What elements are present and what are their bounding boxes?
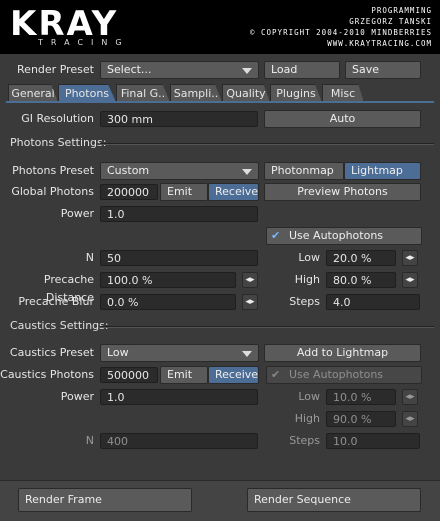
caustics-steps-input[interactable]: 10.0: [326, 433, 420, 449]
caustics-photons-label: Caustics Photons: [0, 368, 94, 381]
steps-label: Steps: [289, 295, 320, 308]
tab-misc[interactable]: Misc: [322, 84, 364, 102]
caustics-high-arrows-icon[interactable]: ◂▸: [402, 411, 418, 427]
low-label: Low: [298, 251, 320, 264]
photonmap-toggle[interactable]: Photonmap: [264, 162, 344, 180]
caustics-low-input[interactable]: 10.0 %: [326, 389, 396, 405]
tab-plugins[interactable]: Plugins: [270, 84, 322, 102]
high-label: High: [294, 273, 320, 286]
tab-underline: [6, 101, 434, 103]
caustics-high-input[interactable]: 90.0 %: [326, 411, 396, 427]
caustics-n-input[interactable]: 400: [100, 433, 258, 449]
caustics-preset-dropdown[interactable]: Low: [100, 344, 259, 362]
lightmap-toggle[interactable]: Lightmap: [344, 162, 421, 180]
section-divider: [100, 143, 434, 145]
logo-subtitle: TRACING: [38, 38, 130, 47]
caustics-power-input[interactable]: 1.0: [100, 389, 258, 405]
low-slider-arrows-icon[interactable]: ◂▸: [402, 250, 418, 266]
load-button[interactable]: Load: [264, 61, 340, 79]
high-slider-arrows-icon[interactable]: ◂▸: [402, 272, 418, 288]
save-button[interactable]: Save: [345, 61, 421, 79]
photons-preset-value: Custom: [107, 164, 150, 177]
receive-toggle[interactable]: Receive: [208, 183, 259, 201]
render-preset-dropdown[interactable]: Select...: [100, 61, 259, 79]
gi-resolution-label: GI Resolution: [21, 112, 94, 125]
credit-programming: PROGRAMMING: [371, 6, 432, 15]
caustics-n-label: N: [85, 434, 94, 447]
n-input[interactable]: 50: [100, 250, 258, 266]
use-autophotons-checkbox[interactable]: ✔ Use Autophotons: [266, 227, 422, 245]
caustics-receive-toggle[interactable]: Receive: [208, 366, 259, 384]
caustics-emit-toggle[interactable]: Emit: [160, 366, 208, 384]
tab-photons[interactable]: Photons: [58, 84, 116, 102]
high-input[interactable]: 80.0 %: [326, 272, 396, 288]
power-label: Power: [60, 207, 94, 220]
caustics-preset-value: Low: [107, 346, 129, 359]
precache-blur-arrows-icon[interactable]: ◂▸: [242, 294, 258, 310]
photons-settings-heading: Photons Settings:: [10, 136, 107, 149]
caustics-low-label: Low: [298, 390, 320, 403]
gi-resolution-input[interactable]: 300 mm: [100, 111, 258, 127]
precache-blur-label: Precache Blur: [18, 295, 94, 308]
photons-preset-label: Photons Preset: [12, 164, 94, 177]
auto-button[interactable]: Auto: [264, 110, 421, 128]
low-input[interactable]: 20.0 %: [326, 250, 396, 266]
add-to-lightmap-button[interactable]: Add to Lightmap: [264, 344, 421, 362]
caustics-steps-label: Steps: [289, 434, 320, 447]
precache-distance-arrows-icon[interactable]: ◂▸: [242, 272, 258, 288]
check-icon: ✔: [271, 368, 281, 381]
n-label: N: [85, 251, 94, 264]
precache-distance-label: Precache Distance: [43, 273, 94, 304]
caustics-preset-label: Caustics Preset: [9, 346, 94, 359]
caustics-power-label: Power: [60, 390, 94, 403]
chevron-down-icon: [242, 351, 252, 357]
caustics-low-arrows-icon[interactable]: ◂▸: [402, 389, 418, 405]
kray-logo: KRAY: [10, 4, 119, 44]
credit-website: WWW.KRAYTRACING.COM: [327, 39, 432, 48]
tab-quality[interactable]: Quality: [222, 84, 270, 102]
check-icon: ✔: [271, 229, 281, 242]
tab-sampling[interactable]: Sampli..: [170, 84, 222, 102]
precache-blur-input[interactable]: 0.0 %: [100, 294, 236, 310]
power-input[interactable]: 1.0: [100, 206, 258, 222]
section-divider: [100, 326, 434, 328]
emit-toggle[interactable]: Emit: [160, 183, 208, 201]
render-sequence-button[interactable]: Render Sequence: [247, 488, 421, 512]
steps-input[interactable]: 4.0: [326, 294, 420, 310]
chevron-down-icon: [242, 169, 252, 175]
photons-preset-dropdown[interactable]: Custom: [100, 162, 259, 180]
chevron-down-icon: [242, 68, 252, 74]
credit-author: GRZEGORZ TANSKI: [349, 17, 432, 26]
global-photons-label: Global Photons: [11, 185, 94, 198]
render-preset-label: Render Preset: [17, 63, 94, 76]
render-frame-button[interactable]: Render Frame: [18, 488, 192, 512]
credit-copyright: © COPYRIGHT 2004-2010 MINDBERRIES: [249, 28, 432, 37]
caustics-use-autophotons-label: Use Autophotons: [289, 368, 384, 381]
preview-photons-button[interactable]: Preview Photons: [264, 183, 421, 201]
global-photons-input[interactable]: 200000: [100, 184, 158, 200]
use-autophotons-label: Use Autophotons: [289, 229, 384, 242]
render-preset-value: Select...: [107, 63, 152, 76]
caustics-use-autophotons-checkbox[interactable]: ✔ Use Autophotons: [266, 366, 422, 384]
caustics-high-label: High: [294, 412, 320, 425]
caustics-settings-heading: Caustics Settings:: [10, 319, 109, 332]
precache-distance-input[interactable]: 100.0 %: [100, 272, 236, 288]
tab-general[interactable]: General: [8, 84, 58, 102]
tab-final-gather[interactable]: Final G..: [116, 84, 170, 102]
caustics-photons-input[interactable]: 500000: [100, 367, 158, 383]
